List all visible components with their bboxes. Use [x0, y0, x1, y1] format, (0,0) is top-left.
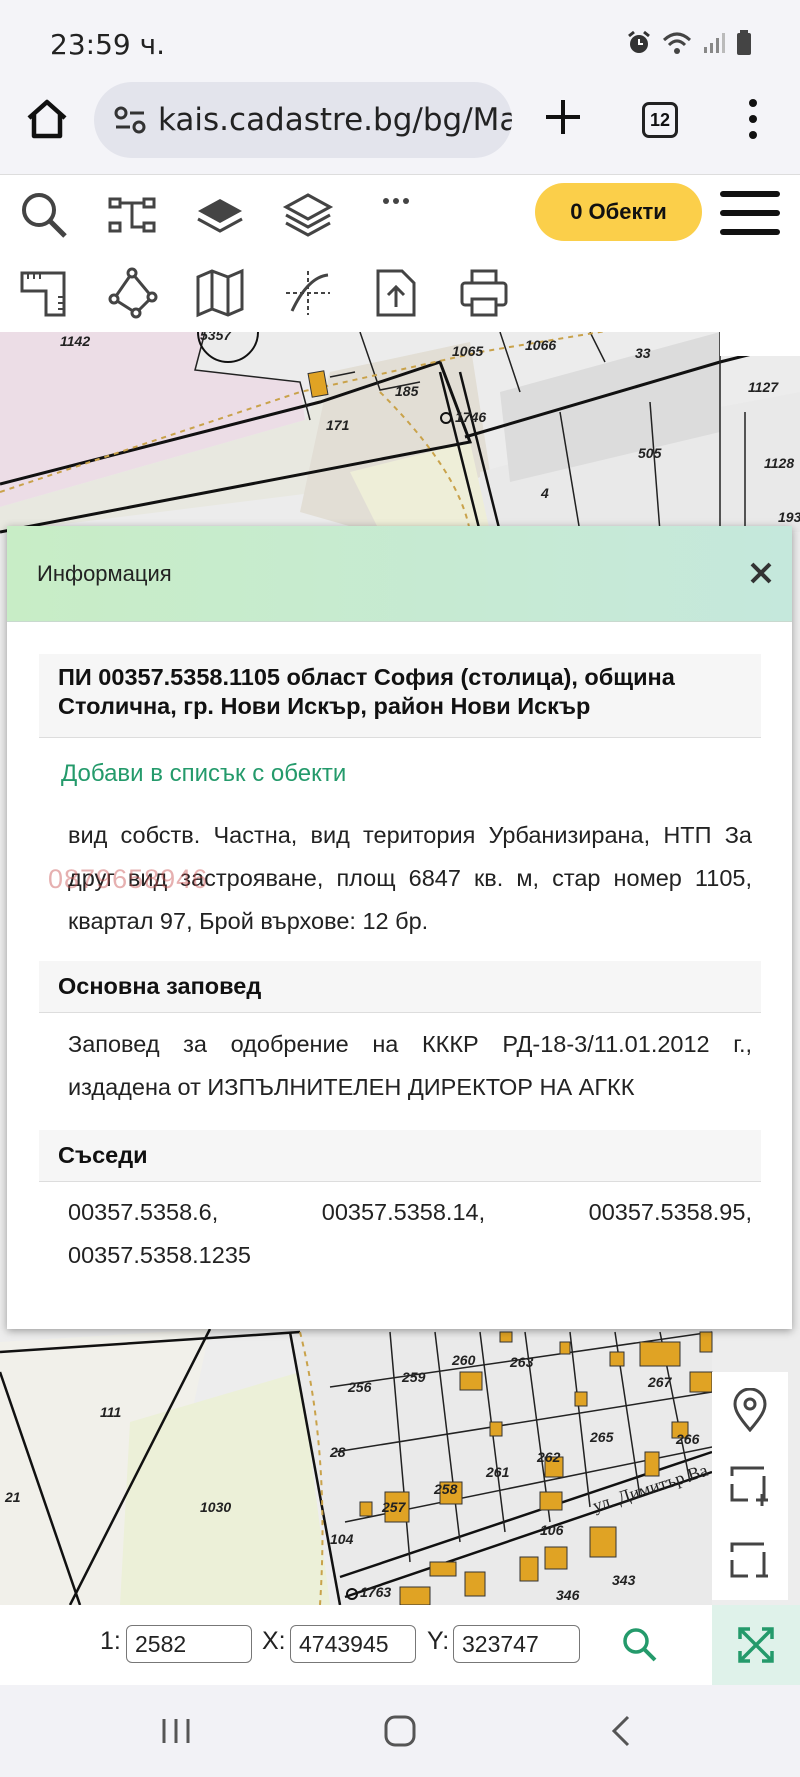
map-label: 1066	[525, 337, 556, 353]
fullscreen-button[interactable]	[712, 1605, 800, 1685]
coordinates-icon[interactable]	[282, 267, 334, 319]
zoom-in-box-button[interactable]	[712, 1448, 788, 1524]
x-coordinate-input[interactable]	[290, 1625, 416, 1663]
home-nav-icon[interactable]	[382, 1713, 418, 1749]
add-to-objects-link[interactable]: Добави в списък с обекти	[61, 760, 346, 788]
neighbors-list: 00357.5358.6, 00357.5358.14, 00357.5358.…	[68, 1191, 752, 1277]
map-label: 1763	[360, 1584, 391, 1600]
watermark-text: 0879658946	[48, 864, 209, 894]
neighbor-link[interactable]: 00357.5358.1235	[68, 1234, 251, 1277]
map-label: 1142	[60, 333, 90, 349]
print-icon[interactable]	[458, 267, 510, 319]
map-label: 104	[330, 1531, 354, 1547]
map-label: 267	[647, 1374, 673, 1390]
map-label: 505	[638, 445, 662, 461]
map-label: 106	[540, 1522, 564, 1538]
parcel-heading: ПИ 00357.5358.1105 област София (столица…	[39, 654, 761, 738]
y-coordinate-input[interactable]	[453, 1625, 580, 1663]
map-toolbar: 0 Обекти	[0, 174, 800, 332]
scale-label: 1:	[100, 1627, 121, 1655]
close-icon[interactable]	[746, 558, 776, 588]
map-label: 261	[485, 1464, 510, 1480]
x-label: X:	[262, 1627, 286, 1655]
map-label: 21	[4, 1489, 21, 1505]
measure-ruler-icon[interactable]	[18, 267, 70, 319]
neighbor-link[interactable]: 00357.5358.6,	[68, 1191, 218, 1234]
dialog-header: Информация	[7, 526, 792, 622]
search-icon[interactable]	[620, 1625, 658, 1663]
signal-icon	[704, 33, 725, 53]
map-label: 193	[778, 509, 800, 525]
objects-button[interactable]: 0 Обекти	[535, 183, 702, 241]
status-bar: 23:59 ч.	[0, 0, 800, 82]
map-label: 258	[433, 1481, 458, 1497]
route-icon[interactable]	[106, 189, 158, 241]
site-settings-icon[interactable]	[112, 102, 148, 138]
map-label: 266	[675, 1431, 700, 1447]
map-label: 256	[347, 1379, 372, 1395]
map-label: 185	[395, 383, 419, 399]
map-label: 346	[556, 1587, 580, 1603]
upload-file-icon[interactable]	[370, 267, 422, 319]
home-icon[interactable]	[24, 96, 70, 142]
wifi-icon	[662, 32, 692, 54]
map-label: 1065	[452, 343, 483, 359]
hamburger-menu-icon[interactable]	[720, 191, 780, 235]
new-tab-icon[interactable]	[540, 94, 586, 140]
address-bar[interactable]: kais.cadastre.bg/bg/Map	[94, 82, 512, 158]
zoom-box-minus-icon	[730, 1542, 768, 1578]
battery-icon	[737, 30, 751, 55]
zoom-box-plus-icon	[730, 1466, 768, 1506]
map-label: 4	[540, 485, 549, 501]
map-label: 263	[509, 1354, 534, 1370]
back-icon[interactable]	[608, 1713, 636, 1749]
expand-icon	[738, 1627, 774, 1663]
map-label: 262	[536, 1449, 561, 1465]
dialog-title: Информация	[37, 560, 172, 586]
locate-button[interactable]	[712, 1372, 788, 1448]
map-label: 111	[100, 1404, 121, 1420]
url-text: kais.cadastre.bg/bg/Map	[158, 102, 512, 138]
neighbor-link[interactable]: 00357.5358.95,	[589, 1191, 752, 1234]
map-label: 265	[589, 1429, 614, 1445]
polygon-icon[interactable]	[106, 267, 158, 319]
neighbor-link[interactable]: 00357.5358.14,	[322, 1191, 485, 1234]
map-icon[interactable]	[194, 267, 246, 319]
layers-icon[interactable]	[282, 189, 334, 241]
more-horiz-icon[interactable]	[370, 181, 422, 233]
status-time: 23:59 ч.	[50, 28, 166, 61]
map-label: 1128	[764, 455, 794, 471]
map-label: 1127	[748, 379, 779, 395]
alarm-icon	[628, 30, 650, 53]
order-text: Заповед за одобрение на КККР РД-18-3/11.…	[68, 1031, 752, 1100]
map-label: 259	[401, 1369, 426, 1385]
more-vert-icon[interactable]	[740, 96, 766, 142]
map-label: 171	[326, 417, 350, 433]
status-icons	[626, 30, 752, 56]
system-nav-bar	[0, 1685, 800, 1777]
info-dialog: Информация ПИ 00357.5358.1105 област Соф…	[7, 526, 792, 1329]
map-label: 1030	[200, 1499, 231, 1515]
order-heading: Основна заповед	[39, 961, 761, 1013]
map-label: 28	[329, 1444, 346, 1460]
browser-toolbar: kais.cadastre.bg/bg/Map 12	[0, 82, 800, 174]
map-label: 1746	[455, 409, 486, 425]
tab-switcher-button[interactable]: 12	[642, 102, 678, 138]
coordinates-bar: 1: X: Y:	[0, 1605, 712, 1685]
map-label: 343	[612, 1572, 636, 1588]
zoom-out-box-button[interactable]	[712, 1524, 788, 1600]
scale-input[interactable]	[126, 1625, 252, 1663]
y-label: Y:	[427, 1627, 450, 1655]
neighbors-heading: Съседи	[39, 1130, 761, 1182]
map-label: 33	[635, 345, 651, 361]
layers-filled-icon[interactable]	[194, 189, 246, 241]
map-label: 260	[451, 1352, 476, 1368]
recent-apps-icon[interactable]	[160, 1715, 192, 1747]
map-label: 257	[381, 1499, 407, 1515]
location-pin-icon	[733, 1388, 767, 1432]
search-icon[interactable]	[18, 189, 70, 241]
map-label: 5357	[200, 332, 232, 343]
